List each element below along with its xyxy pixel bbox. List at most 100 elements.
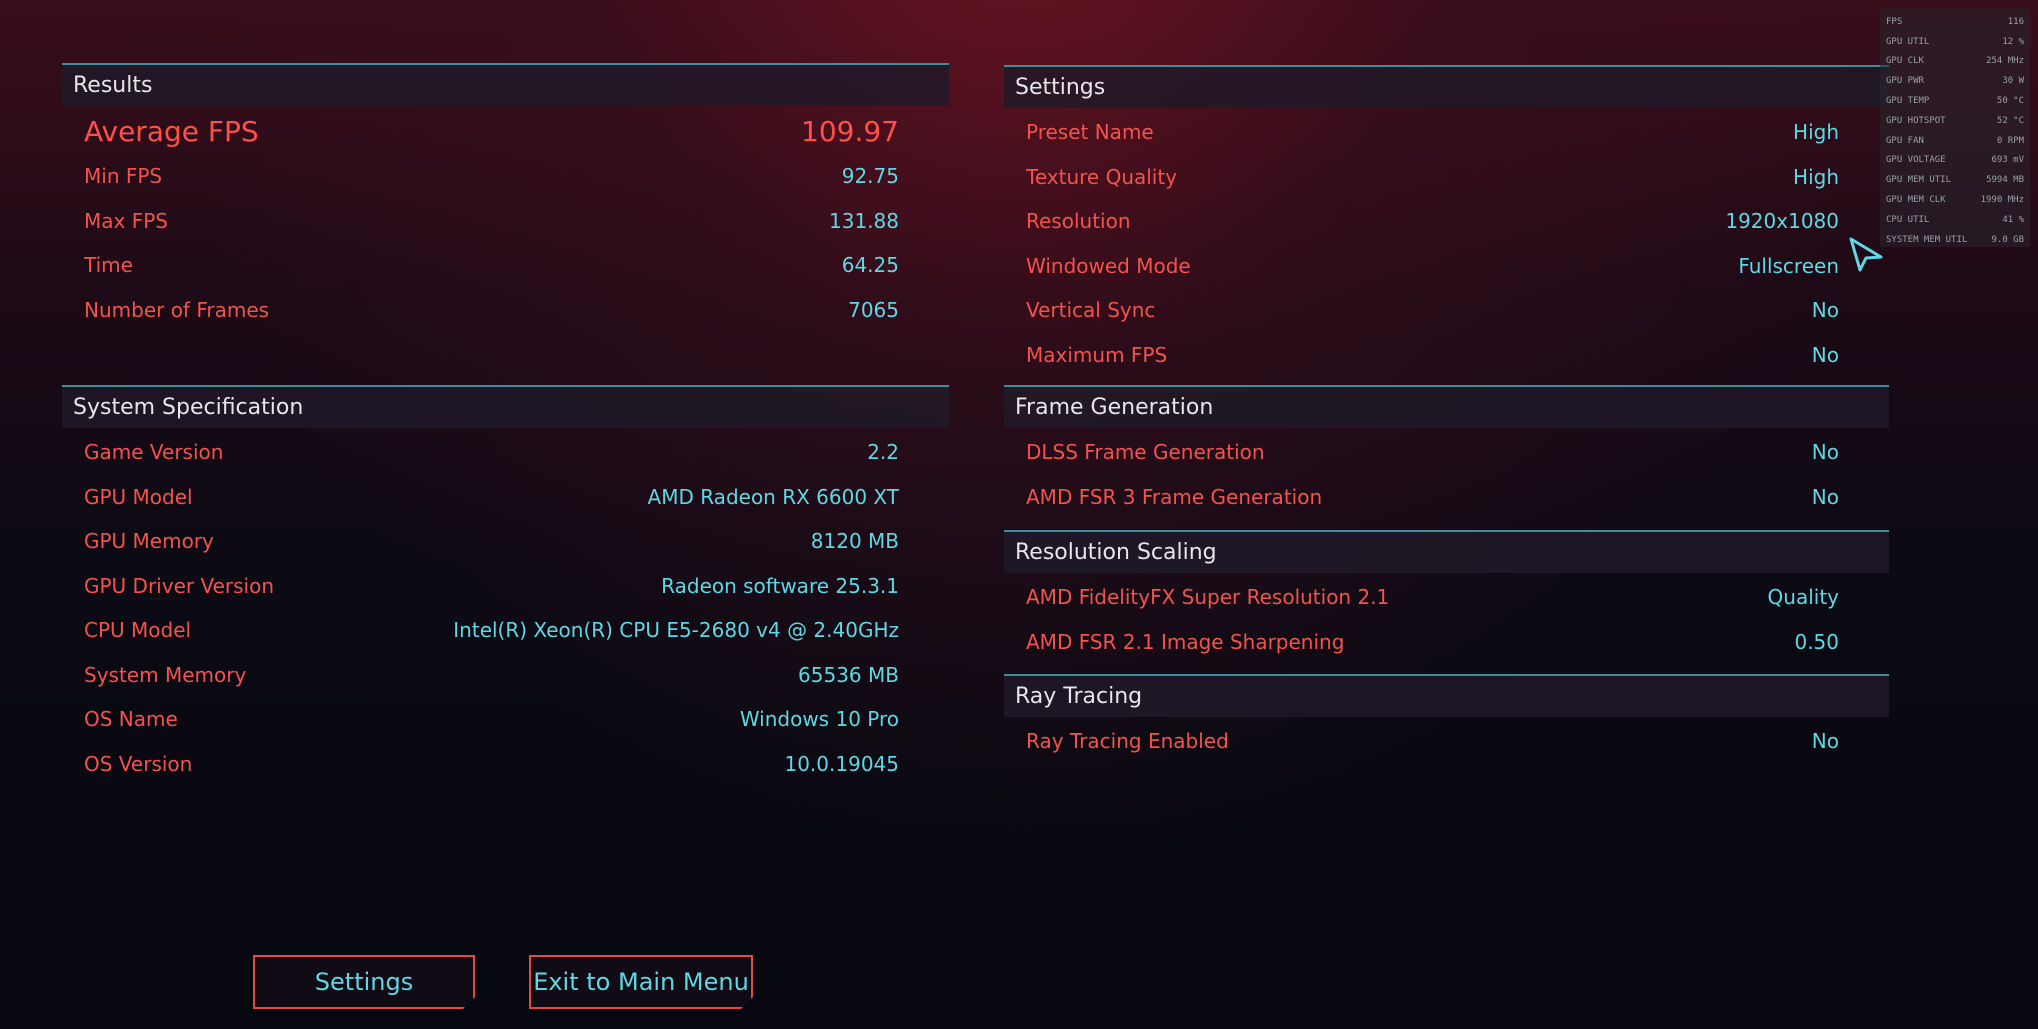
- resolution-scaling-panel: Resolution Scaling AMD FidelityFX Super …: [1004, 530, 1889, 664]
- overlay-row: CPU UTIL 41 %: [1886, 210, 2024, 230]
- overlay-label: GPU FAN: [1886, 135, 1924, 146]
- spec-row: OS Version 10.0.19045: [62, 742, 949, 787]
- frame-generation-header: Frame Generation: [1004, 385, 1889, 428]
- row-label: Resolution: [1026, 209, 1131, 234]
- row-value: 2.2: [867, 440, 899, 465]
- results-row: Min FPS 92.75: [62, 154, 949, 199]
- row-value: Radeon software 25.3.1: [661, 573, 899, 598]
- settings-row: Windowed Mode Fullscreen: [1004, 244, 1889, 289]
- row-value: 1920x1080: [1725, 209, 1839, 234]
- row-label: OS Name: [84, 707, 178, 732]
- settings-header: Settings: [1004, 65, 1889, 108]
- overlay-label: GPU MEM CLK: [1886, 195, 1946, 206]
- row-value: 64.25: [841, 253, 899, 278]
- overlay-label: GPU HOTSPOT: [1886, 115, 1946, 126]
- ray-tracing-header: Ray Tracing: [1004, 674, 1889, 717]
- overlay-row: GPU VOLTAGE 693 mV: [1886, 151, 2024, 171]
- overlay-row: GPU FAN 0 RPM: [1886, 131, 2024, 151]
- overlay-label: GPU UTIL: [1886, 36, 1930, 47]
- settings-row: Vertical Sync No: [1004, 288, 1889, 333]
- row-label: AMD FidelityFX Super Resolution 2.1: [1026, 585, 1390, 610]
- average-fps-row: Average FPS 109.97: [62, 108, 949, 154]
- row-label: OS Version: [84, 751, 193, 776]
- overlay-label: GPU VOLTAGE: [1886, 155, 1946, 166]
- row-label: Ray Tracing Enabled: [1026, 729, 1229, 754]
- resolution-scaling-header: Resolution Scaling: [1004, 530, 1889, 573]
- row-value: 92.75: [841, 164, 899, 189]
- spec-row: GPU Driver Version Radeon software 25.3.…: [62, 564, 949, 609]
- overlay-value: 0 RPM: [1996, 135, 2024, 146]
- cursor-arrow-icon: [1848, 236, 1884, 272]
- frame-gen-row: DLSS Frame Generation No: [1004, 430, 1889, 475]
- overlay-value: 41 %: [2002, 214, 2024, 225]
- overlay-row: FPS 116: [1886, 12, 2024, 32]
- row-value: 7065: [848, 297, 899, 322]
- overlay-label: SYSTEM MEM UTIL: [1886, 234, 1968, 245]
- row-value: Quality: [1767, 585, 1839, 610]
- spec-row: GPU Model AMD Radeon RX 6600 XT: [62, 475, 949, 520]
- overlay-value: 1990 MHz: [1980, 195, 2024, 206]
- row-label: Min FPS: [84, 164, 163, 189]
- row-value: AMD Radeon RX 6600 XT: [647, 484, 899, 509]
- overlay-label: GPU PWR: [1886, 76, 1924, 87]
- row-label: AMD FSR 2.1 Image Sharpening: [1026, 629, 1345, 654]
- row-label: Windowed Mode: [1026, 253, 1191, 278]
- system-spec-header: System Specification: [62, 385, 949, 428]
- overlay-value: 5994 MB: [1986, 175, 2024, 186]
- average-fps-value: 109.97: [801, 114, 899, 148]
- row-value: 10.0.19045: [784, 751, 899, 776]
- performance-overlay: FPS 116 GPU UTIL 12 % GPU CLK 254 MHz GPU P…: [1880, 8, 2030, 247]
- settings-button[interactable]: Settings: [253, 955, 475, 1009]
- row-label: GPU Model: [84, 484, 193, 509]
- overlay-value: 30 W: [2002, 76, 2024, 87]
- overlay-row: GPU CLK 254 MHz: [1886, 52, 2024, 72]
- row-label: Max FPS: [84, 208, 168, 233]
- system-spec-panel: System Specification Game Version 2.2 GP…: [62, 385, 949, 786]
- row-label: DLSS Frame Generation: [1026, 440, 1265, 465]
- overlay-label: FPS: [1886, 16, 1903, 27]
- row-value: No: [1811, 440, 1839, 465]
- spec-row: CPU Model Intel(R) Xeon(R) CPU E5-2680 v…: [62, 608, 949, 653]
- row-value: No: [1811, 298, 1839, 323]
- ray-tracing-panel: Ray Tracing Ray Tracing Enabled No: [1004, 674, 1889, 764]
- overlay-value: 9.0 GB: [1991, 234, 2024, 245]
- overlay-label: GPU CLK: [1886, 56, 1924, 67]
- row-value: 0.50: [1794, 629, 1839, 654]
- average-fps-label: Average FPS: [84, 114, 259, 148]
- spec-row: GPU Memory 8120 MB: [62, 519, 949, 564]
- overlay-row: GPU HOTSPOT 52 °C: [1886, 111, 2024, 131]
- res-scaling-row: AMD FSR 2.1 Image Sharpening 0.50: [1004, 620, 1889, 665]
- row-label: AMD FSR 3 Frame Generation: [1026, 484, 1323, 509]
- row-value: Windows 10 Pro: [739, 707, 899, 732]
- exit-to-main-menu-button[interactable]: Exit to Main Menu: [529, 955, 753, 1009]
- spec-row: System Memory 65536 MB: [62, 653, 949, 698]
- overlay-row: SYSTEM MEM UTIL 9.0 GB: [1886, 230, 2024, 250]
- overlay-value: 254 MHz: [1986, 56, 2024, 67]
- row-value: No: [1811, 729, 1839, 754]
- results-header: Results: [62, 63, 949, 106]
- row-value: High: [1793, 164, 1839, 189]
- spec-row: OS Name Windows 10 Pro: [62, 697, 949, 742]
- row-value: High: [1793, 120, 1839, 145]
- results-panel: Results Average FPS 109.97 Min FPS 92.75…: [62, 63, 949, 332]
- row-value: No: [1811, 342, 1839, 367]
- row-value: 8120 MB: [810, 529, 899, 554]
- row-label: System Memory: [84, 662, 247, 687]
- results-row: Max FPS 131.88: [62, 199, 949, 244]
- row-label: Texture Quality: [1026, 164, 1178, 189]
- spec-row: Game Version 2.2: [62, 430, 949, 475]
- overlay-label: CPU UTIL: [1886, 214, 1930, 225]
- results-row: Time 64.25: [62, 243, 949, 288]
- row-value: 131.88: [829, 208, 899, 233]
- overlay-row: GPU PWR 30 W: [1886, 71, 2024, 91]
- overlay-value: 12 %: [2002, 36, 2024, 47]
- row-label: Preset Name: [1026, 120, 1154, 145]
- settings-panel: Settings Preset Name High Texture Qualit…: [1004, 65, 1889, 377]
- row-value: No: [1811, 484, 1839, 509]
- row-label: CPU Model: [84, 618, 192, 643]
- settings-row: Resolution 1920x1080: [1004, 199, 1889, 244]
- overlay-row: GPU MEM UTIL 5994 MB: [1886, 170, 2024, 190]
- row-label: Time: [84, 253, 133, 278]
- overlay-value: 52 °C: [1996, 115, 2024, 126]
- results-row: Number of Frames 7065: [62, 288, 949, 333]
